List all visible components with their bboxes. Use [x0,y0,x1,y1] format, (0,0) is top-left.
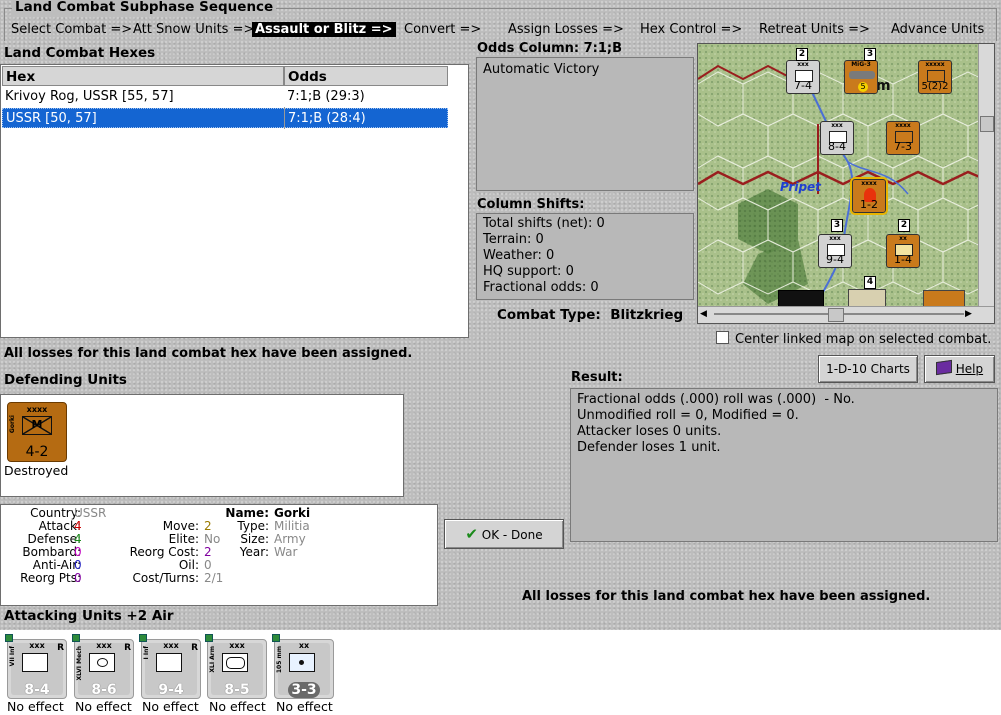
linked-map[interactable]: Pripet m xxx 7-4 MiG-3 5 xxxxx 5(2)2 xxx… [697,43,995,324]
row-hex: Krivoy Rog, USSR [55, 57] [5,89,174,104]
map-horizontal-thumb[interactable] [828,308,844,322]
step-hex-control[interactable]: Hex Control => [640,22,742,37]
stack-count: 2 [898,219,910,232]
defending-title: Defending Units [4,372,127,388]
attacker-unit-card[interactable]: xxx XLI Arm 8-5 [205,634,267,699]
stack-count: 3 [831,219,843,232]
column-header-hex[interactable]: Hex [2,66,284,86]
hex-table[interactable]: Hex Odds Krivoy Rog, USSR [55, 57] 7:1;B… [0,64,469,338]
table-row[interactable]: Krivoy Rog, USSR [55, 57] 7:1;B (29:3) [2,87,448,107]
infantry-symbol-icon [156,653,182,672]
map-counter-selected[interactable]: xxxx 1-2 [850,177,888,215]
map-counter[interactable]: xxxxx 5(2)2 [918,60,952,94]
help-button[interactable]: Help [924,355,995,383]
defending-units-box: xxxx Gorki M 4-2 Destroyed [0,394,404,497]
map-counter-air[interactable]: MiG-3 5 [844,60,878,94]
row-odds: 7:1;B (28:4) [288,111,366,126]
map-counter[interactable]: xxx 7-4 [786,60,820,94]
result-title: Result: [571,370,623,385]
shift-hq-support: HQ support: 0 [483,264,574,279]
losses-assigned-message-2: All losses for this land combat hex have… [522,589,931,604]
reorgpts-label: Reorg Pts: [20,571,81,585]
center-map-checkbox[interactable] [716,331,729,344]
defender-status: Destroyed [4,463,69,478]
attacking-title: Attacking Units +2 Air [4,608,174,624]
help-book-icon [935,359,952,376]
attacker-unit-card[interactable]: xxx XLVI Mech R 8-6 [72,634,134,699]
year-value: War [274,545,298,559]
shift-weather: Weather: 0 [483,248,555,263]
river-label: Pripet [780,180,821,194]
map-counter[interactable]: xxx 8-4 [820,121,854,155]
defender-unit-counter[interactable]: xxxx Gorki M 4-2 [7,402,67,462]
step-advance-units[interactable]: Advance Units [891,22,984,37]
shift-terrain: Terrain: 0 [483,232,544,247]
map-vertical-scrollbar[interactable] [978,44,994,307]
row-odds: 7:1;B (29:3) [287,89,365,104]
step-att-snow-units[interactable]: Att Snow Units => [133,22,254,37]
map-counter[interactable]: xxxx 7-3 [886,121,920,155]
map-vertical-thumb[interactable] [980,116,994,132]
result-line: Fractional odds (.000) roll was (.000) -… [577,392,855,407]
stack-count: 4 [864,276,876,289]
attacker-result-note: No effect [276,699,333,714]
artillery-symbol-icon [289,653,315,672]
combat-type: Combat Type: Blitzkrieg [497,307,684,323]
attacker-unit-card[interactable]: xxx VII Inf R 8-4 [5,634,67,699]
result-box: Fractional odds (.000) roll was (.000) -… [570,388,998,542]
hexes-title: Land Combat Hexes [4,45,156,61]
column-shifts-box: Total shifts (net): 0 Terrain: 0 Weather… [476,213,694,300]
attacker-unit-card[interactable]: xx 105 mm 3-3 [272,634,334,699]
scroll-left-icon[interactable]: ◀ [700,309,707,319]
armor-symbol-icon [222,653,248,672]
result-line: Attacker loses 0 units. [577,424,722,439]
map-counter[interactable]: xx 1-4 [886,234,920,268]
stack-count: 3 [864,48,876,61]
odds-result-box: Automatic Victory [476,57,694,191]
checkmark-icon: ✔ [465,525,478,543]
infantry-symbol-icon [22,653,48,672]
step-assign-losses[interactable]: Assign Losses => [508,22,624,37]
row-hex: USSR [50, 57] [6,111,97,126]
table-row-selected[interactable]: USSR [50, 57] 7:1;B (28:4) [2,108,448,128]
attacker-result-note: No effect [7,699,64,714]
odds-column-label: Odds Column: 7:1;B [477,41,623,56]
step-select-combat[interactable]: Select Combat => [11,22,132,37]
result-line: Unmodified roll = 0, Modified = 0. [577,408,799,423]
year-label: Year: [239,545,269,559]
shift-fractional-odds: Fractional odds: 0 [483,280,599,295]
reorgpts-value: 0 [74,571,82,585]
mech-symbol-icon [89,653,115,672]
map-horizontal-scrollbar[interactable]: ◀ ▶ [698,306,994,323]
attacker-unit-card[interactable]: xxx I Inf R 9-4 [139,634,201,699]
column-divider [284,107,285,129]
odds-result-text: Automatic Victory [483,62,600,77]
center-map-label: Center linked map on selected combat. [735,332,992,347]
shift-total: Total shifts (net): 0 [483,216,605,231]
column-shifts-title: Column Shifts: [477,197,585,212]
attacker-result-note: No effect [209,699,266,714]
result-line: Defender loses 1 unit. [577,440,721,455]
step-retreat-units[interactable]: Retreat Units => [759,22,870,37]
attacker-result-note: No effect [142,699,199,714]
costturns-value: 2/1 [204,571,224,585]
odds-column-value: 7:1;B [583,41,623,56]
losses-assigned-message: All losses for this land combat hex have… [4,346,413,361]
stack-count: 2 [796,48,808,61]
ok-done-button[interactable]: ✔ OK - Done [444,519,564,549]
sequence-title: Land Combat Subphase Sequence [12,0,277,15]
unit-stats-box: Country: Attack: Defense: Bombard: Anti-… [0,504,438,606]
combat-type-value: Blitzkrieg [610,307,684,323]
attacker-result-note: No effect [75,699,132,714]
map-edge-label: m [876,78,891,94]
charts-button[interactable]: 1-D-10 Charts [818,355,918,383]
step-convert[interactable]: Convert => [404,22,481,37]
costturns-label: Cost/Turns: [132,571,199,585]
step-assault-or-blitz[interactable]: Assault or Blitz => [252,22,396,37]
scroll-right-icon[interactable]: ▶ [965,309,972,319]
militia-symbol-icon: M [22,416,52,435]
map-counter[interactable]: xxx 9-4 [818,234,852,268]
center-map-option[interactable]: Center linked map on selected combat. [716,331,991,347]
column-header-odds[interactable]: Odds [284,66,448,86]
